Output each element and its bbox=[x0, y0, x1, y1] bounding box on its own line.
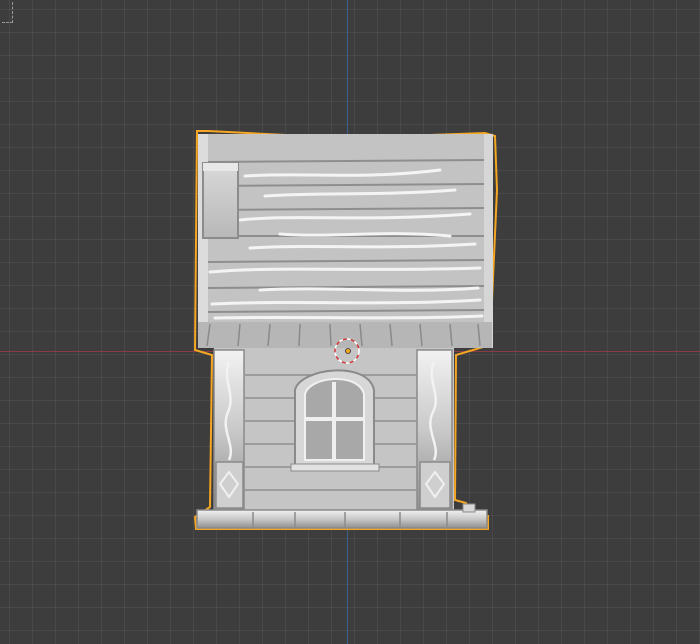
roof bbox=[198, 134, 493, 348]
3d-viewport[interactable] bbox=[0, 0, 700, 644]
object-origin bbox=[345, 348, 351, 354]
window bbox=[290, 369, 380, 472]
house-model[interactable] bbox=[0, 0, 700, 644]
